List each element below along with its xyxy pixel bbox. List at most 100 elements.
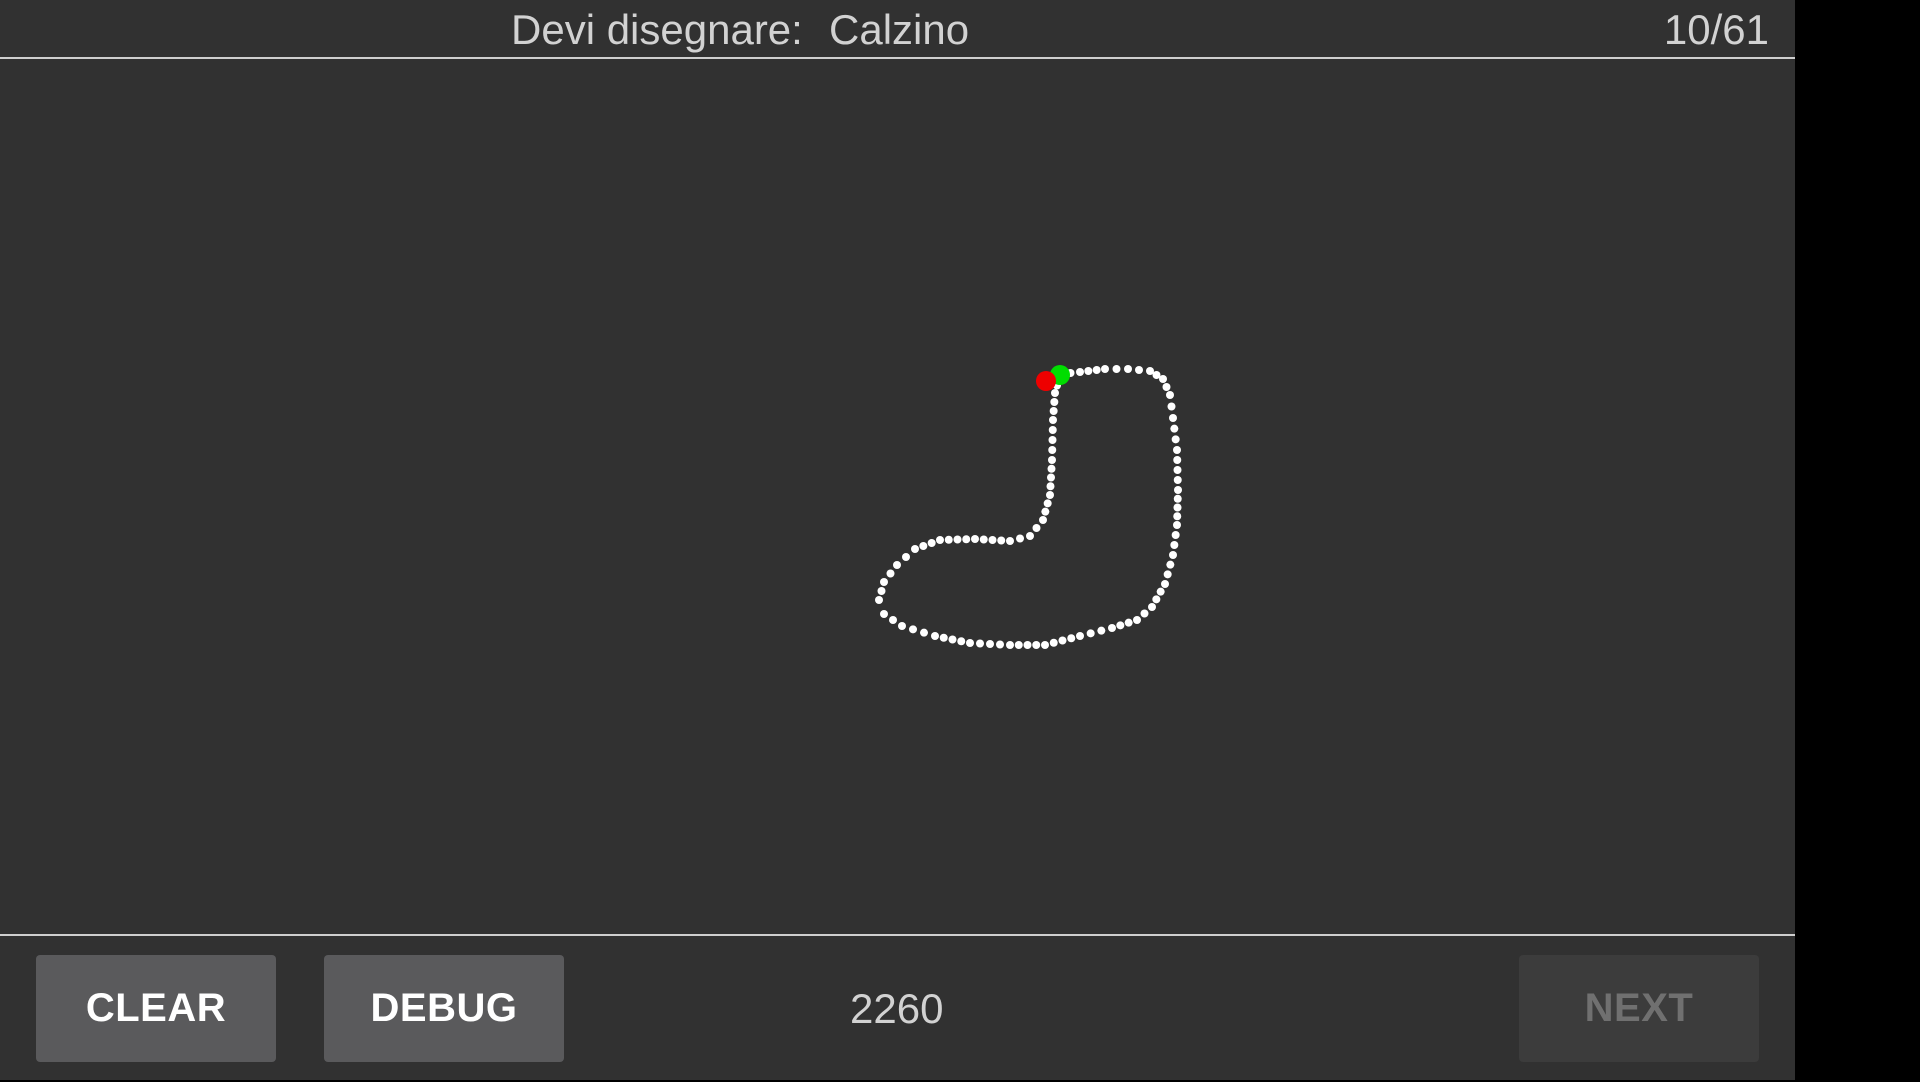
stroke-point [936, 536, 944, 544]
stroke-point [875, 596, 883, 604]
stroke-point [1092, 366, 1101, 374]
stroke-point [1050, 398, 1059, 406]
stroke-point [1162, 383, 1171, 391]
next-button[interactable]: NEXT [1519, 955, 1759, 1062]
stroke-point [962, 535, 971, 544]
stroke-point [997, 536, 1006, 545]
stroke-point [909, 625, 917, 634]
stroke-point [1161, 580, 1169, 588]
score-value: 2260 [850, 985, 944, 1032]
stroke-point [1048, 446, 1057, 454]
stroke-point [1032, 524, 1041, 532]
stroke-point [1116, 621, 1125, 630]
stroke-point [988, 536, 997, 544]
stroke-point [1166, 560, 1175, 569]
stroke-point [1173, 503, 1182, 512]
stroke-point [1039, 516, 1047, 524]
stroke-point [911, 545, 919, 553]
stroke-point [1124, 365, 1132, 373]
stroke-point [1166, 391, 1174, 399]
stroke-point [1173, 466, 1182, 474]
stroke-point [944, 535, 953, 544]
stroke-point [1048, 456, 1056, 464]
stroke-point [1173, 521, 1181, 529]
stroke-point [1156, 587, 1165, 596]
stroke-point [1163, 570, 1172, 579]
stroke-point [886, 569, 895, 578]
stroke-point [898, 622, 906, 630]
prompt-word: Calzino [829, 6, 970, 53]
stroke-point [971, 535, 979, 543]
stroke-point [1173, 456, 1182, 464]
stroke-point [939, 633, 948, 642]
stroke-point [1006, 537, 1014, 545]
stroke-point [1047, 464, 1056, 473]
stroke-point [1097, 626, 1106, 635]
stroke-point [1041, 507, 1050, 516]
stroke-point [1133, 616, 1141, 624]
stroke-point [1169, 414, 1177, 422]
stroke-point [1047, 473, 1055, 482]
stroke-point [877, 587, 886, 595]
stroke-point [1148, 603, 1156, 611]
progress-counter: 10/61 [1663, 6, 1769, 53]
stroke-point [889, 616, 897, 624]
stroke-point [1112, 365, 1121, 373]
stroke-point [1048, 426, 1057, 434]
stroke-point [1086, 629, 1095, 638]
stroke-end-marker [1036, 371, 1056, 391]
stroke-point [966, 639, 974, 647]
app-window: Devi disegnare: Calzino 10/61 CLEAR DEBU… [0, 0, 1795, 1080]
drawing-surface[interactable] [0, 59, 1795, 934]
stroke-point [1173, 512, 1182, 521]
debug-button[interactable]: DEBUG [324, 955, 564, 1062]
stroke-point [927, 539, 936, 547]
stroke-point [1014, 641, 1023, 649]
stroke-point [1051, 389, 1059, 397]
prompt-label: Devi disegnare: [511, 6, 803, 53]
stroke-point [1049, 416, 1057, 424]
stroke-point [1058, 636, 1067, 645]
drawing-canvas[interactable] [0, 59, 1795, 934]
stroke-point [957, 637, 966, 646]
stroke-point [880, 578, 888, 586]
stroke-point [1076, 368, 1084, 376]
stroke-point [1170, 424, 1179, 433]
stroke-point [880, 610, 888, 618]
stroke-point [1140, 609, 1149, 618]
clear-button[interactable]: CLEAR [36, 955, 276, 1062]
stroke-point [976, 639, 984, 648]
stroke-point [1016, 534, 1024, 543]
stroke-point [919, 542, 928, 550]
stroke-point [953, 535, 962, 544]
stroke-point [1067, 634, 1076, 643]
stroke-point [1173, 494, 1182, 503]
stroke-point [996, 640, 1004, 649]
stroke-point [979, 535, 988, 544]
stroke-point [931, 632, 939, 640]
stroke-point [1152, 595, 1161, 604]
stroke-point [1124, 618, 1133, 627]
stroke-point [1006, 641, 1014, 649]
stroke-point [1169, 551, 1177, 559]
stroke-point [1173, 446, 1181, 454]
stroke-point [1043, 499, 1052, 508]
footer-bar: CLEAR DEBUG 2260 NEXT [0, 934, 1795, 1082]
stroke-point [1084, 367, 1093, 375]
stroke-point [1174, 486, 1182, 494]
stroke-point [1049, 407, 1058, 415]
stroke-point [1135, 366, 1143, 374]
stroke-point [1026, 532, 1034, 540]
stroke-point [1076, 632, 1084, 640]
stroke-point [1046, 491, 1054, 499]
stroke-point [1046, 482, 1055, 491]
stroke-point [1108, 624, 1116, 632]
stroke-point [948, 635, 957, 644]
stroke-point [1170, 541, 1179, 549]
stroke-point [1041, 641, 1049, 649]
stroke-point [893, 561, 901, 569]
stroke-point [1023, 641, 1032, 649]
stroke-point [920, 628, 928, 637]
stroke-point [1171, 531, 1180, 539]
stroke-point [902, 553, 910, 561]
